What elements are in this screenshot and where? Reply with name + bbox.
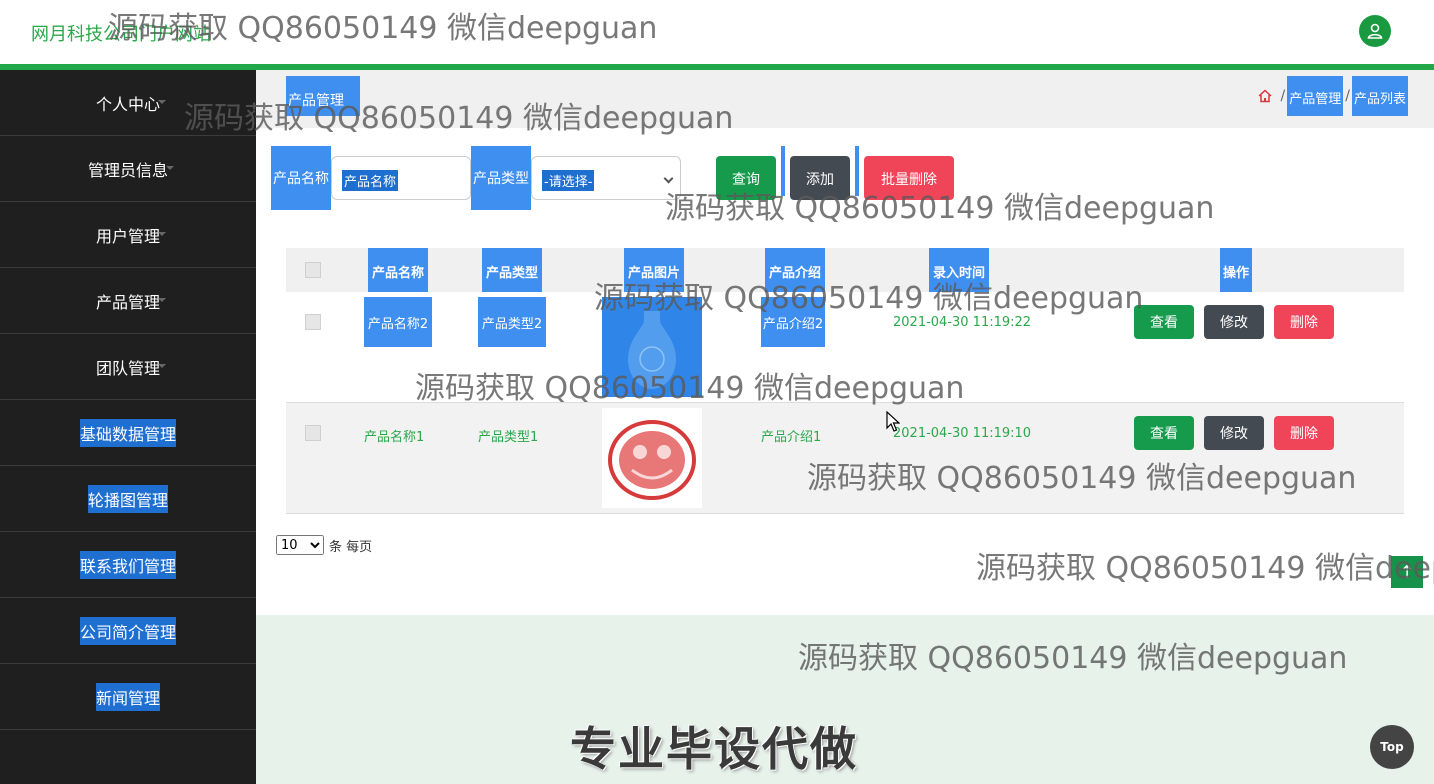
table-row: 产品名称2 产品类型2 产品介绍2 2021-04-30 11:19:22 查看… (286, 292, 1404, 403)
main-content: 产品管理 / 产品管理 / 产品列表 产品名称 产品名称 产品类型 -请选择- … (256, 70, 1434, 615)
product-image-papercut[interactable] (602, 408, 702, 508)
back-to-top-button[interactable]: Top (1370, 725, 1414, 769)
cell-product-type: 产品类型1 (478, 430, 539, 445)
sidebar-item-contact[interactable]: 联系我们管理 (0, 532, 256, 598)
sidebar-item-label: 公司简介管理 (79, 616, 176, 645)
sidebar-item-label: 联系我们管理 (79, 550, 176, 579)
query-button[interactable]: 查询 (716, 156, 776, 200)
sidebar-item-label: 基础数据管理 (79, 418, 176, 447)
sidebar-item-admin-info[interactable]: 管理员信息 (0, 136, 256, 202)
product-name-label: 产品名称 (271, 146, 331, 210)
sidebar-item-company-intro[interactable]: 公司简介管理 (0, 598, 256, 664)
caret-down-icon (158, 232, 166, 236)
sidebar-item-carousel[interactable]: 轮播图管理 (0, 466, 256, 532)
sidebar-item-users[interactable]: 用户管理 (0, 202, 256, 268)
footer: 专业毕设代做 (256, 615, 1434, 784)
product-name-placeholder: 产品名称 (342, 170, 399, 191)
product-type-selected: -请选择- (542, 170, 595, 191)
row-checkbox[interactable] (305, 425, 321, 441)
delete-button[interactable]: 删除 (1274, 305, 1334, 339)
cell-product-intro: 产品介绍1 (761, 430, 822, 445)
caret-down-icon (158, 100, 166, 104)
cell-product-intro: 产品介绍2 (761, 297, 825, 347)
sidebar-item-label: 管理员信息 (87, 160, 168, 180)
sidebar-item-news[interactable]: 新闻管理 (0, 664, 256, 730)
scroll-up-button[interactable]: ↑ (1391, 556, 1423, 588)
view-button[interactable]: 查看 (1134, 416, 1194, 450)
sidebar-item-label: 团队管理 (95, 358, 160, 378)
table-header: 产品名称 产品类型 产品图片 产品介绍 录入时间 操作 (286, 248, 1404, 292)
divider (781, 146, 785, 196)
site-title[interactable]: 网月科技公司门户网站 (31, 20, 211, 46)
sidebar-item-label: 新闻管理 (95, 682, 160, 711)
caret-down-icon (158, 298, 166, 302)
page-size-label: 条 每页 (329, 539, 373, 555)
sidebar-item-team[interactable]: 团队管理 (0, 334, 256, 400)
delete-button[interactable]: 删除 (1274, 416, 1334, 450)
papercut-image (602, 408, 702, 508)
breadcrumb-separator: / (1280, 88, 1286, 104)
home-icon[interactable] (1257, 88, 1273, 104)
search-bar: 产品名称 产品名称 产品类型 -请选择- 查询 添加 批量删除 (271, 146, 1431, 210)
product-name-input[interactable]: 产品名称 (331, 156, 471, 200)
pagination: 10 条 每页 (276, 535, 372, 555)
product-table: 产品名称 产品类型 产品图片 产品介绍 录入时间 操作 产品名称2 产品类型2 … (286, 248, 1404, 514)
cell-product-name: 产品名称1 (364, 430, 425, 445)
user-avatar-button[interactable] (1359, 15, 1391, 47)
page-title: 产品管理 (286, 76, 360, 116)
top-header: 网月科技公司门户网站 (0, 0, 1434, 64)
cell-created-time: 2021-04-30 11:19:22 (893, 315, 1032, 330)
column-header-image[interactable]: 产品图片 (624, 248, 684, 292)
edit-button[interactable]: 修改 (1204, 416, 1264, 450)
column-header-intro[interactable]: 产品介绍 (765, 248, 825, 292)
user-icon (1367, 23, 1383, 39)
view-button[interactable]: 查看 (1134, 305, 1194, 339)
breadcrumb-item-product-list[interactable]: 产品列表 (1351, 76, 1408, 116)
column-header-type[interactable]: 产品类型 (482, 248, 542, 292)
column-header-name[interactable]: 产品名称 (368, 248, 428, 292)
sidebar-item-label: 用户管理 (95, 226, 160, 246)
column-header-time[interactable]: 录入时间 (929, 248, 989, 292)
batch-delete-button[interactable]: 批量删除 (864, 156, 954, 200)
row-checkbox[interactable] (305, 314, 321, 330)
chevron-down-icon (663, 173, 674, 184)
page-size-select[interactable]: 10 (276, 535, 324, 555)
sidebar-item-label: 个人中心 (95, 94, 160, 114)
product-type-label: 产品类型 (471, 146, 531, 210)
sidebar-item-label: 产品管理 (95, 292, 160, 312)
caret-down-icon (166, 166, 174, 170)
cell-product-name: 产品名称2 (364, 297, 432, 347)
edit-button[interactable]: 修改 (1204, 305, 1264, 339)
breadcrumb-separator: / (1345, 88, 1350, 104)
add-button[interactable]: 添加 (790, 156, 850, 200)
sidebar: 个人中心 管理员信息 用户管理 产品管理 团队管理 基础数据管理 轮播图管理 联… (0, 70, 256, 784)
footer-slogan: 专业毕设代做 (570, 722, 858, 776)
sidebar-item-products[interactable]: 产品管理 (0, 268, 256, 334)
sidebar-item-profile[interactable]: 个人中心 (0, 70, 256, 136)
breadcrumb-item-products[interactable]: 产品管理 (1287, 76, 1344, 116)
cell-product-type: 产品类型2 (478, 297, 546, 347)
caret-down-icon (158, 364, 166, 368)
select-all-checkbox[interactable] (305, 262, 321, 278)
product-image-vase[interactable] (602, 297, 702, 397)
breadcrumb-bar: 产品管理 / 产品管理 / 产品列表 (256, 70, 1434, 128)
breadcrumb: / 产品管理 / 产品列表 (1257, 76, 1408, 116)
cell-created-time: 2021-04-30 11:19:10 (893, 426, 1032, 441)
vase-image (602, 297, 702, 397)
mouse-cursor-icon (886, 411, 900, 432)
divider (855, 146, 859, 196)
sidebar-item-label: 轮播图管理 (87, 484, 168, 513)
product-type-select[interactable]: -请选择- (531, 156, 681, 200)
column-header-actions: 操作 (1220, 248, 1252, 292)
sidebar-item-basic-data[interactable]: 基础数据管理 (0, 400, 256, 466)
table-row: 产品名称1 产品类型1 产品介绍1 2021-04-30 11:19:10 查看… (286, 403, 1404, 514)
